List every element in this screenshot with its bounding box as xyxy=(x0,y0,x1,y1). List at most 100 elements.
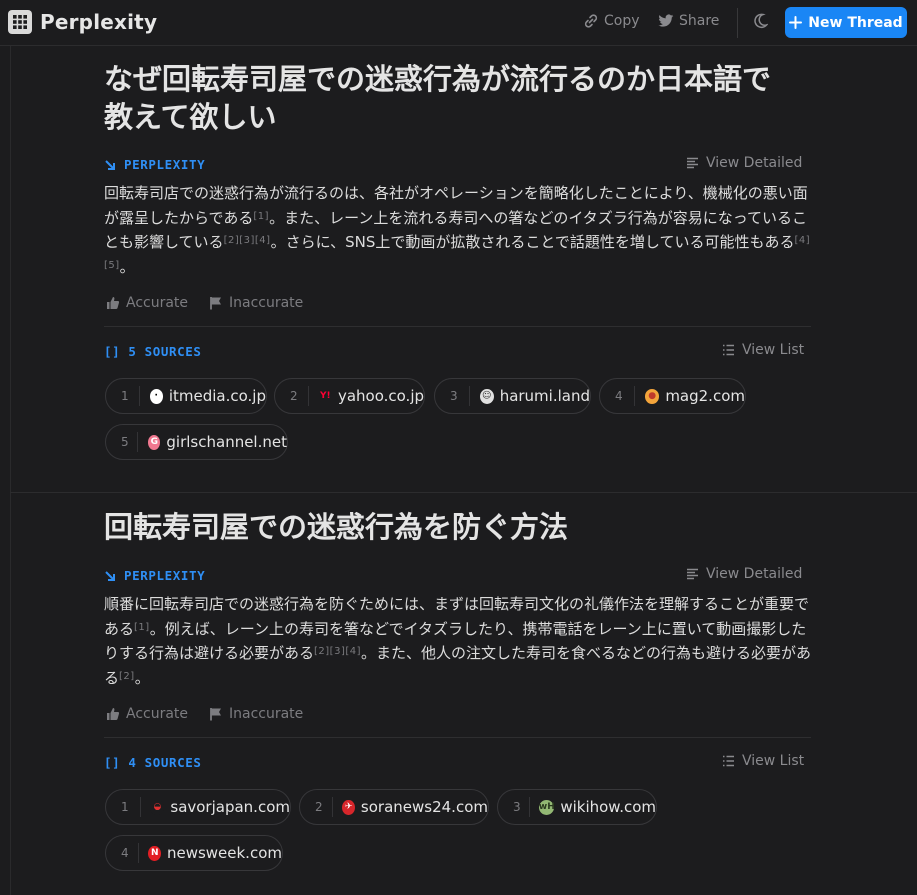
answer-segment: 。 xyxy=(119,257,135,276)
divider xyxy=(104,737,811,738)
twitter-icon xyxy=(658,14,674,27)
answer-text: 順番に回転寿司店での迷惑行為を防ぐためには、まずは回転寿司文化の礼儀作法を理解す… xyxy=(104,592,816,690)
app-name: Perplexity xyxy=(40,10,158,34)
source-number: 4 xyxy=(615,389,623,403)
copy-button[interactable]: Copy xyxy=(583,13,640,29)
thread-title: なぜ回転寿司屋での迷惑行為が流行るのか日本語で 教えて欲しい xyxy=(104,60,824,136)
thread-title-line: 回転寿司屋での迷惑行為を防ぐ方法 xyxy=(104,510,569,544)
source-pill[interactable]: 3 wH wikihow.com xyxy=(497,789,657,825)
thumbs-up-icon xyxy=(107,297,120,309)
citation-link[interactable]: [1] xyxy=(253,211,269,222)
source-pill[interactable]: 4 Nnewsweek.com xyxy=(105,835,283,871)
source-domain: newsweek.com xyxy=(166,844,282,862)
pill-divider xyxy=(137,843,139,863)
source-pill[interactable]: 1 · itmedia.co.jp xyxy=(105,378,267,414)
source-number: 5 xyxy=(121,435,129,449)
source-domain: soranews24.com xyxy=(360,798,488,816)
pill-divider xyxy=(139,797,141,817)
thread-title-line: なぜ回転寿司屋での迷惑行為が流行るのか日本語で xyxy=(104,62,772,96)
pill-divider xyxy=(528,797,530,817)
source-number: 2 xyxy=(315,800,323,814)
grid-icon xyxy=(8,10,32,34)
pill-divider xyxy=(138,386,140,406)
moon-icon xyxy=(754,13,769,29)
pill-divider xyxy=(137,432,139,452)
thread-separator xyxy=(10,492,917,493)
share-label: Share xyxy=(679,13,720,29)
pill-divider xyxy=(468,386,470,406)
list-icon xyxy=(723,755,734,767)
thread-title: 回転寿司屋での迷惑行為を防ぐ方法 xyxy=(104,508,824,546)
view-list-button[interactable]: View List xyxy=(722,753,804,769)
favicon-icon: ◒ xyxy=(150,799,165,815)
answer-source-label: PERPLEXITY xyxy=(104,157,205,172)
citation-link[interactable]: [1] xyxy=(134,622,150,633)
citation-link[interactable]: [2] xyxy=(119,671,135,682)
accurate-button[interactable]: Accurate xyxy=(106,706,188,722)
answer-segment: 。 xyxy=(134,668,150,687)
arrow-down-right-icon xyxy=(105,159,115,170)
citation-link[interactable]: [2][3][4] xyxy=(224,235,271,246)
source-domain: wikihow.com xyxy=(560,798,656,816)
source-number: 3 xyxy=(450,389,458,403)
flag-icon xyxy=(210,297,221,310)
align-left-icon xyxy=(687,157,698,169)
theme-toggle-button[interactable] xyxy=(754,13,769,33)
app-logo[interactable]: Perplexity xyxy=(8,10,157,34)
plus-icon xyxy=(789,16,803,29)
thread-title-line: 教えて欲しい xyxy=(104,100,277,134)
answer-segment: 。さらに、SNS上で動画が拡散されることで話題性を増している可能性もある xyxy=(270,233,795,251)
left-rule xyxy=(10,46,11,895)
align-left-icon xyxy=(687,568,698,580)
inaccurate-button[interactable]: Inaccurate xyxy=(209,706,303,722)
thumbs-up-icon xyxy=(107,708,120,720)
source-domain: yahoo.co.jp xyxy=(337,387,425,405)
header-divider xyxy=(737,8,738,38)
answer-text: 回転寿司店での迷惑行為が流行るのは、各社がオペレーションを簡略化したことにより、… xyxy=(104,181,816,279)
favicon-icon: G xyxy=(148,434,161,450)
source-domain: girlschannel.net xyxy=(166,433,287,451)
source-domain: mag2.com xyxy=(665,387,745,405)
source-pill[interactable]: 4 ● mag2.com xyxy=(599,378,746,414)
source-number: 1 xyxy=(121,800,129,814)
favicon-icon: ☺ xyxy=(479,388,494,404)
pill-divider xyxy=(331,797,333,817)
source-number: 4 xyxy=(121,846,129,860)
source-pill[interactable]: 2 Y! yahoo.co.jp xyxy=(274,378,425,414)
source-number: 2 xyxy=(290,389,298,403)
source-pill[interactable]: 5 Ggirlschannel.net xyxy=(105,424,288,460)
favicon-icon: wH xyxy=(539,799,555,815)
arrow-down-right-icon xyxy=(105,570,115,581)
sources-count-label: [] 5 SOURCES xyxy=(104,344,202,359)
share-button[interactable]: Share xyxy=(658,13,719,29)
favicon-icon: N xyxy=(148,845,161,861)
source-number: 1 xyxy=(121,389,129,403)
list-icon xyxy=(723,344,734,356)
source-domain: savorjapan.com xyxy=(170,798,290,816)
link-icon xyxy=(584,14,598,28)
sources-count-label: [] 4 SOURCES xyxy=(104,755,202,770)
favicon-icon: Y! xyxy=(318,388,332,404)
new-thread-label: New Thread xyxy=(808,14,903,31)
citation-link[interactable]: [2][3][4] xyxy=(314,646,361,657)
source-pill[interactable]: 2 ✈ soranews24.com xyxy=(299,789,489,825)
divider xyxy=(104,326,811,327)
copy-label: Copy xyxy=(604,13,640,29)
accurate-button[interactable]: Accurate xyxy=(106,295,188,311)
favicon-icon: ● xyxy=(645,388,660,404)
view-detailed-button[interactable]: View Detailed xyxy=(686,155,802,171)
top-bar: Perplexity Copy Share New Thread xyxy=(0,0,917,46)
view-list-button[interactable]: View List xyxy=(722,342,804,358)
pill-divider xyxy=(634,386,636,406)
favicon-icon: ✈ xyxy=(342,799,355,815)
source-number: 3 xyxy=(513,800,521,814)
source-domain: harumi.land xyxy=(499,387,590,405)
new-thread-button[interactable]: New Thread xyxy=(785,7,907,38)
inaccurate-button[interactable]: Inaccurate xyxy=(209,295,303,311)
flag-icon xyxy=(210,708,221,721)
pill-divider xyxy=(307,386,309,406)
source-pill[interactable]: 3 ☺ harumi.land xyxy=(434,378,591,414)
favicon-icon: · xyxy=(149,388,163,404)
view-detailed-button[interactable]: View Detailed xyxy=(686,566,802,582)
source-pill[interactable]: 1 ◒ savorjapan.com xyxy=(105,789,291,825)
